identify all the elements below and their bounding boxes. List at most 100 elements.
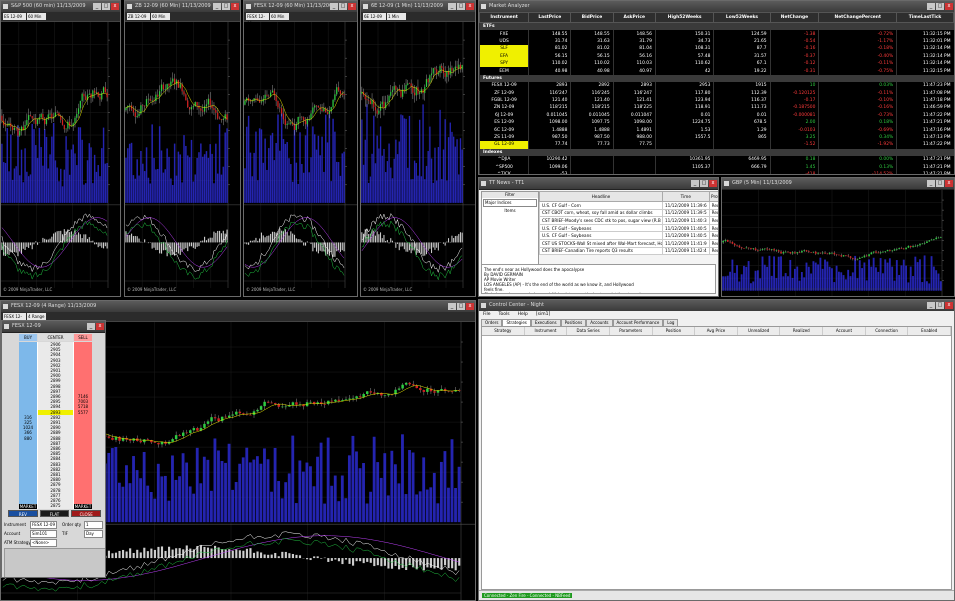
chart-6-canvas[interactable]: [722, 190, 955, 296]
maximize-button[interactable]: □: [457, 3, 465, 10]
tab-orders[interactable]: Orders: [481, 319, 503, 326]
flat-button[interactable]: FLAT: [39, 510, 70, 517]
analyzer-col-header[interactable]: Instrument: [479, 12, 530, 23]
close-button[interactable]: x: [466, 3, 474, 10]
market-sell-button[interactable]: MARKET: [74, 504, 92, 509]
maximize-button[interactable]: □: [457, 303, 465, 310]
grid-col-header[interactable]: Strategy: [482, 327, 525, 335]
analyzer-row[interactable]: 6J 12-09 0.011045 0.011045 0.011047 0.01 0.01…: [479, 111, 954, 120]
period-select[interactable]: 60 Min: [270, 13, 289, 20]
close-position-button[interactable]: CLOSE: [71, 510, 102, 517]
close-button[interactable]: x: [111, 3, 119, 10]
minimize-button[interactable]: _: [448, 3, 456, 10]
price-ladder[interactable]: 2906 2905 2904 2903 2902 2901 2900 2899 2898 2897…: [19, 342, 92, 509]
menu-file[interactable]: File: [483, 311, 491, 319]
chart-window-3[interactable]: FESX 12-09 (60 Min) 11/13/2009 _ □ x FESX …: [243, 0, 358, 297]
news-col-header[interactable]: Headline: [539, 191, 663, 202]
news-row[interactable]: CST BRIEF-Canadian Tire reports Q3 resul…: [539, 246, 718, 256]
instrument-select[interactable]: 6E 12-09: [363, 13, 386, 20]
analyzer-row[interactable]: ZS 11-09 987.50 987.50 988.00 1557.5 865 3.25 0…: [479, 133, 954, 142]
close-button[interactable]: x: [945, 180, 953, 187]
superdom-titlebar[interactable]: FESX 12-09 _ x: [2, 321, 105, 333]
instrument-select[interactable]: ZB 12-09: [127, 13, 150, 20]
news-row[interactable]: U.S. CF Gulf - Soybeans 11/12/2009 11:40:…: [539, 223, 718, 233]
grid-col-header[interactable]: Realized: [780, 327, 824, 335]
atm-strategy-field[interactable]: <None>: [30, 539, 57, 547]
superdom-window[interactable]: FESX 12-09 _ x BUY CENTER SELL 2906 2905 29…: [1, 320, 106, 578]
analyzer-row[interactable]: ^SP500 1099.06 1105.37 666.79 1.45 0.13% 11:47…: [479, 163, 954, 171]
chart-6-titlebar[interactable]: GBP (5 Min) 11/13/2009 _ □ x: [722, 178, 954, 190]
news-col-header[interactable]: Provider: [708, 191, 718, 202]
grid-col-header[interactable]: Account: [823, 327, 866, 335]
tif-field[interactable]: Day: [84, 530, 103, 538]
analyzer-col-header[interactable]: NetChangePercent: [818, 12, 898, 23]
analyzer-row[interactable]: FXE 148.55 148.55 148.56 150.31 124.59 -1.38 -0…: [479, 30, 954, 38]
close-button[interactable]: x: [945, 302, 953, 309]
analyzer-row[interactable]: SPY 110.02 110.02 110.03 110.62 67.1 -0.12 -0.1…: [479, 59, 954, 68]
close-button[interactable]: x: [945, 3, 953, 10]
analyzer-row[interactable]: FESX 12-09 2893 2892 2893 2953 1915 10 0.03% 11:…: [479, 82, 954, 90]
grid-col-header[interactable]: Position: [653, 327, 696, 335]
close-button[interactable]: x: [96, 323, 104, 330]
tab-accounts[interactable]: Accounts: [586, 319, 613, 326]
analyzer-row[interactable]: SLF 81.02 81.02 81.04 108.31 87.7 -0.16 -0.18% 1…: [479, 45, 954, 53]
filter-select[interactable]: Major Indices: [483, 199, 537, 207]
period-select[interactable]: 60 Min: [151, 13, 170, 20]
news-col-header[interactable]: Time: [662, 191, 710, 202]
analyzer-row[interactable]: FGBL 12-09 121.40 121.40 121.41 123.94 116.37…: [479, 96, 954, 105]
analyzer-col-header[interactable]: NetChange: [769, 12, 820, 23]
news-headlines-table[interactable]: HeadlineTimeProviderU.S. CF Gulf - Corn1…: [539, 191, 718, 256]
minimize-button[interactable]: _: [927, 3, 935, 10]
tab-executions[interactable]: Executions: [530, 319, 561, 326]
instrument-select[interactable]: FESX 12-09: [246, 13, 269, 26]
market-analyzer-table[interactable]: Instrument LastPrice BidPrice AskPrice High5…: [479, 12, 954, 174]
minimize-button[interactable]: _: [448, 303, 456, 310]
chart-3-canvas[interactable]: [244, 22, 358, 288]
minimize-button[interactable]: _: [87, 323, 95, 330]
analyzer-col-header[interactable]: BidPrice: [570, 12, 614, 23]
instrument-select[interactable]: ES 12-09: [3, 13, 26, 20]
tab-account-performance[interactable]: Account Performance: [612, 319, 664, 326]
minimize-button[interactable]: _: [93, 3, 101, 10]
grid-col-header[interactable]: Instrument: [525, 327, 568, 335]
analyzer-row[interactable]: ZF 12-09 116'247 116'245 116'247 117.80 112.3…: [479, 89, 954, 97]
control-center-window[interactable]: Control Center - Night _ □ x File Tools He…: [478, 299, 955, 601]
news-row[interactable]: U.S. CF Gulf - Corn 11/12/2009 11:39:6 Reu…: [539, 201, 718, 210]
news-window[interactable]: TT News - TT1 _ □ x Filter Major Indices I…: [478, 177, 719, 297]
minimize-button[interactable]: _: [330, 3, 338, 10]
order-qty-field[interactable]: 1: [84, 521, 103, 529]
grid-col-header[interactable]: Connection: [866, 327, 909, 335]
analyzer-col-header[interactable]: AskPrice: [612, 12, 656, 23]
strategies-grid[interactable]: Strategy Instrument Data Series Parameters P…: [481, 326, 952, 590]
minimize-button[interactable]: _: [691, 180, 699, 187]
chart-window-2[interactable]: ZB 12-09 (60 Min) 11/13/2009 _ □ x ZB 12-0…: [124, 0, 241, 297]
chart-window-4[interactable]: 6E 12-09 (1 Min) 11/13/2009 _ □ x 6E 12-09…: [360, 0, 476, 297]
grid-col-header[interactable]: Unrealized: [738, 327, 781, 335]
chart-2-canvas[interactable]: [125, 22, 241, 288]
chart-4-canvas[interactable]: [361, 22, 476, 288]
maximize-button[interactable]: □: [936, 302, 944, 309]
analyzer-row[interactable]: ^DJIA 10290.42 10361.95 6469.95 0.18 0.00% 11:…: [479, 156, 954, 164]
close-button[interactable]: x: [466, 303, 474, 310]
analyzer-row[interactable]: GL 12-09 77.74 77.73 77.75 -1.52 -1.92% 11:47:…: [479, 141, 954, 149]
analyzer-row[interactable]: EFA 56.15 56.15 56.16 57.48 31.57 -0.37 -0.40% 1…: [479, 52, 954, 60]
market-analyzer-window[interactable]: Market Analyzer _ □ x Instrument LastPrice B…: [478, 0, 955, 175]
menu-sim[interactable]: [sim1]: [536, 311, 550, 319]
grid-col-header[interactable]: Enabled: [908, 327, 952, 335]
close-button[interactable]: x: [231, 3, 239, 10]
chart-1-canvas[interactable]: [1, 22, 121, 288]
grid-col-header[interactable]: Avg Price: [695, 327, 738, 335]
analyzer-col-header[interactable]: TimeLastTick: [896, 12, 954, 23]
analyzer-row[interactable]: UDS 31.74 31.63 31.79 34.73 21.65 -0.54 -1.17% 1…: [479, 37, 954, 46]
menu-help[interactable]: Help: [518, 311, 528, 319]
period-select[interactable]: 4 Range: [27, 313, 46, 320]
maximize-button[interactable]: □: [102, 3, 110, 10]
grid-col-header[interactable]: Data Series: [567, 327, 610, 335]
close-button[interactable]: x: [348, 3, 356, 10]
account-field[interactable]: Sim101: [30, 530, 57, 538]
news-row[interactable]: CST BRIEF-Moody's sees CDC stk to pos, s…: [539, 216, 718, 225]
maximize-button[interactable]: □: [222, 3, 230, 10]
rev-button[interactable]: REV: [8, 510, 38, 517]
analyzer-row[interactable]: ES 12-09 1098.00 1097.75 1098.00 1224.75 678.…: [479, 119, 954, 127]
period-select[interactable]: 1 Min: [387, 13, 406, 20]
